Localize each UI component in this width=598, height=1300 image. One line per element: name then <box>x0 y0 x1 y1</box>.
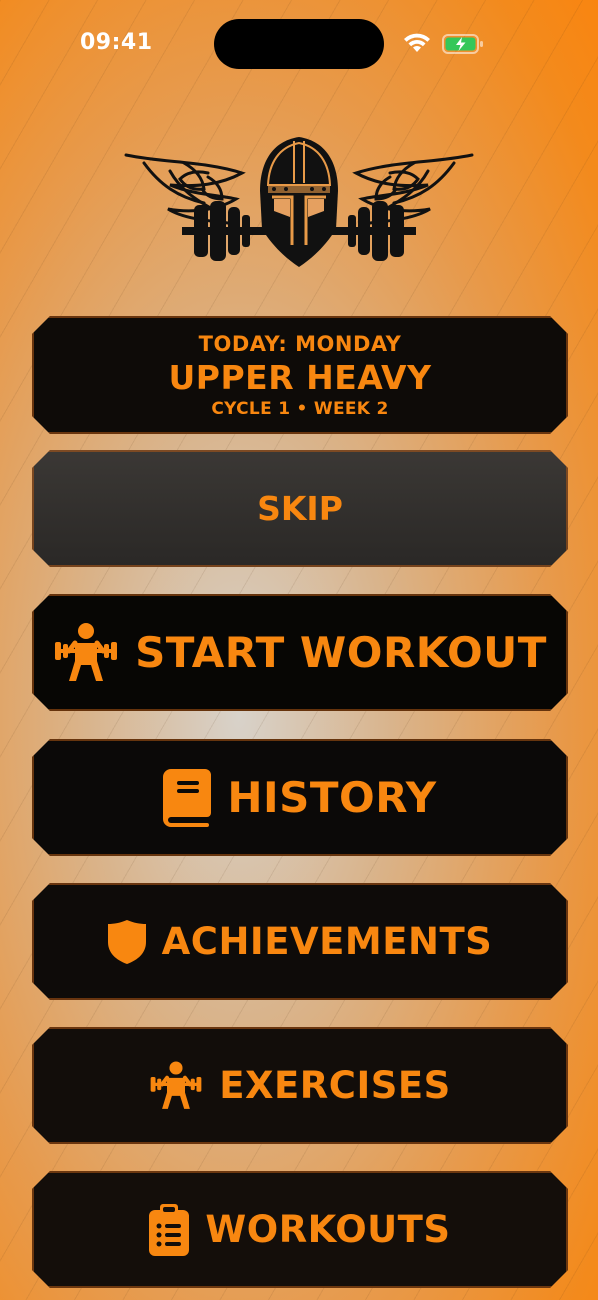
today-day-label: TODAY: MONDAY <box>198 331 402 356</box>
status-bar: 09:41 <box>0 0 598 90</box>
viking-helmet-barbell-logo <box>124 137 474 267</box>
book-icon <box>163 769 211 827</box>
shield-icon <box>108 920 146 964</box>
skip-button[interactable]: SKIP <box>32 450 568 567</box>
weightlifter-icon <box>53 620 119 686</box>
exercises-label: EXERCISES <box>219 1064 451 1107</box>
battery-charging-icon <box>442 34 483 54</box>
workouts-button[interactable]: WORKOUTS <box>32 1171 568 1288</box>
workouts-label: WORKOUTS <box>205 1208 451 1251</box>
wifi-icon <box>404 33 430 52</box>
achievements-button[interactable]: ACHIEVEMENTS <box>32 883 568 1000</box>
today-workout-name: UPPER HEAVY <box>168 357 432 397</box>
weightlifter-icon <box>149 1058 203 1114</box>
history-button[interactable]: HISTORY <box>32 739 568 856</box>
today-workout-card: TODAY: MONDAY UPPER HEAVY CYCLE 1 • WEEK… <box>32 316 568 434</box>
skip-label: SKIP <box>257 489 343 528</box>
history-label: HISTORY <box>227 773 437 822</box>
cycle-week-label: CYCLE 1 • WEEK 2 <box>211 398 389 419</box>
start-workout-button[interactable]: START WORKOUT <box>32 594 568 711</box>
dynamic-island <box>214 19 384 69</box>
clipboard-list-icon <box>149 1204 189 1256</box>
start-workout-label: START WORKOUT <box>135 628 547 677</box>
achievements-label: ACHIEVEMENTS <box>161 920 493 963</box>
exercises-button[interactable]: EXERCISES <box>32 1027 568 1144</box>
status-time: 09:41 <box>80 30 153 55</box>
